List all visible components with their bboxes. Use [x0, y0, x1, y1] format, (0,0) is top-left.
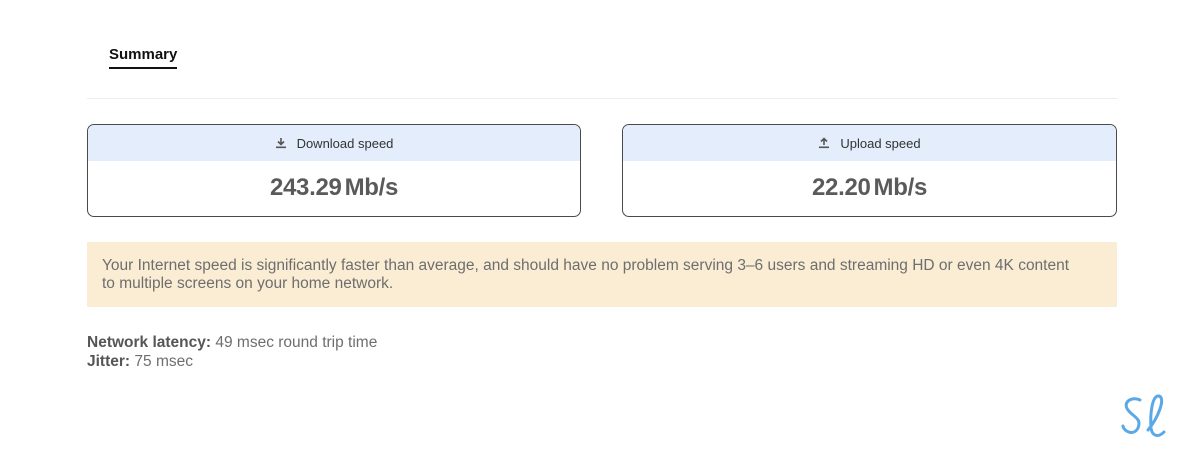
tab-summary[interactable]: Summary	[109, 46, 178, 69]
upload-speed-card: Upload speed 22.20 Mb/s	[622, 124, 1117, 217]
download-speed-value: 243.29 Mb/s	[88, 161, 580, 215]
latency-value: 49 msec round trip time	[215, 334, 378, 351]
download-speed-unit: Mb/s	[344, 174, 399, 201]
speed-assessment-note: Your Internet speed is significantly fas…	[87, 242, 1117, 307]
upload-icon	[818, 137, 830, 149]
upload-speed-header: Upload speed	[623, 125, 1116, 161]
jitter-value: 75 msec	[134, 353, 193, 370]
latency-row: Network latency: 49 msec round trip time	[87, 333, 377, 352]
download-speed-number: 243.29	[269, 174, 342, 201]
upload-speed-label: Upload speed	[840, 135, 921, 151]
upload-speed-unit: Mb/s	[873, 174, 928, 201]
download-speed-label: Download speed	[296, 135, 394, 151]
sl-logo-icon	[1118, 390, 1174, 446]
download-speed-card: Download speed 243.29 Mb/s	[87, 124, 581, 217]
upload-speed-number: 22.20	[811, 174, 871, 201]
speed-test-results: Summary Download speed 243.29 Mb/s Uploa…	[0, 0, 1183, 454]
upload-speed-value: 22.20 Mb/s	[623, 161, 1116, 215]
download-speed-header: Download speed	[88, 125, 580, 161]
network-metrics: Network latency: 49 msec round trip time…	[87, 333, 377, 371]
latency-label: Network latency:	[87, 334, 212, 351]
jitter-row: Jitter: 75 msec	[87, 352, 377, 371]
download-icon	[275, 137, 287, 149]
tab-bar: Summary	[87, 0, 1117, 99]
jitter-label: Jitter:	[87, 353, 131, 370]
